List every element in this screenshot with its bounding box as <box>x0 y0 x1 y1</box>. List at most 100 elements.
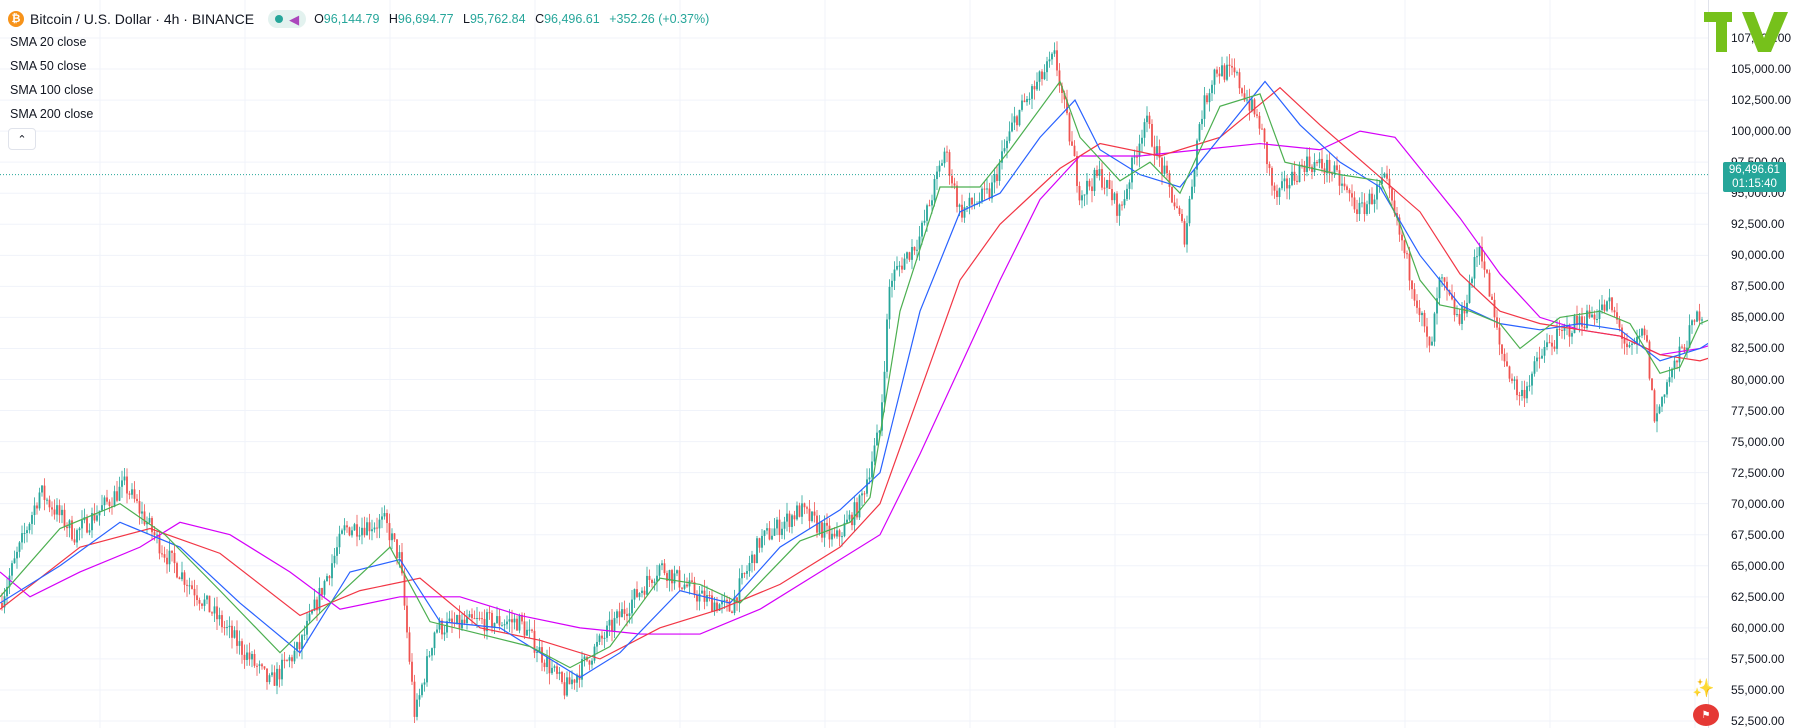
candle-body <box>528 629 531 631</box>
candle-body <box>1236 72 1238 74</box>
indicator-sma100[interactable]: SMA 100 close <box>10 83 93 97</box>
symbol-header[interactable]: ₿ Bitcoin / U.S. Dollar · 4h · BINANCE ◀… <box>8 8 715 30</box>
candle-body <box>336 547 338 556</box>
candle-body <box>478 617 481 619</box>
candle-body <box>801 503 803 517</box>
price-tick-label: 105,000.00 <box>1731 62 1792 77</box>
candle-body <box>1693 320 1696 322</box>
market-status-pill[interactable]: ◀︎ <box>268 10 307 28</box>
candle-body <box>1003 148 1006 152</box>
candle-body <box>248 652 251 660</box>
candle-body <box>1356 209 1358 215</box>
candle-body <box>1266 141 1268 165</box>
candle-body <box>391 533 393 541</box>
candle-body <box>1506 361 1508 367</box>
candle-body <box>251 653 253 660</box>
candle-body <box>113 491 116 507</box>
candle-body <box>1433 313 1436 342</box>
candle-body <box>1313 161 1316 173</box>
candle-body <box>1108 180 1111 189</box>
candle-body <box>1021 100 1023 110</box>
candle-body <box>1223 65 1226 80</box>
candle-body <box>848 514 851 520</box>
candle-body <box>743 573 746 575</box>
candle-body <box>763 530 766 536</box>
candle-body <box>56 505 58 515</box>
candle-body <box>346 525 348 528</box>
candle-body <box>1263 128 1266 142</box>
candle-body <box>1168 173 1171 187</box>
candle-body <box>891 280 893 287</box>
candle-body <box>748 562 751 572</box>
indicator-sma50[interactable]: SMA 50 close <box>10 59 86 73</box>
candle-body <box>746 571 748 574</box>
candle-body <box>571 679 573 685</box>
candle-body <box>308 613 311 621</box>
candle-body <box>1068 113 1071 142</box>
symbol-title[interactable]: Bitcoin / U.S. Dollar · 4h · BINANCE <box>30 11 254 27</box>
candle-body <box>791 515 793 527</box>
news-flag-icon[interactable]: ⚑ <box>1693 704 1719 726</box>
candle-body <box>96 515 98 521</box>
ohlc-readout: O96,144.79 H96,694.77 L95,762.84 C96,496… <box>314 12 715 26</box>
candle-body <box>331 563 333 579</box>
candle-body <box>176 563 178 578</box>
candle-body <box>846 519 848 523</box>
candle-body <box>1283 178 1286 182</box>
candle-body <box>1523 389 1526 399</box>
candle-body <box>1541 355 1543 359</box>
candle-body <box>16 551 18 559</box>
price-axis[interactable] <box>1708 0 1800 728</box>
candle-body <box>1118 204 1121 216</box>
candle-body <box>1031 86 1033 99</box>
ai-sparkle-icon[interactable]: ✨ <box>1692 678 1718 700</box>
candle-body <box>1666 382 1668 395</box>
candle-body <box>511 619 513 623</box>
candle-body <box>933 179 936 201</box>
candle-body <box>48 499 51 508</box>
collapse-indicators-button[interactable]: ⌃ <box>8 128 36 150</box>
indicator-sma200[interactable]: SMA 200 close <box>10 107 93 121</box>
candle-body <box>221 615 223 628</box>
low-value: 95,762.84 <box>469 12 526 26</box>
candle-body <box>1668 377 1671 383</box>
candle-body <box>1653 390 1656 422</box>
candle-body <box>281 659 283 680</box>
candle-body <box>1261 128 1263 130</box>
indicator-sma20[interactable]: SMA 20 close <box>10 35 86 49</box>
candle-body <box>941 163 943 166</box>
candle-body <box>1373 199 1376 205</box>
candle-body <box>256 665 258 667</box>
candle-body <box>1151 123 1153 147</box>
candle-body <box>643 590 646 595</box>
candle-body <box>371 529 373 532</box>
candle-body <box>283 659 286 661</box>
candle-body <box>481 618 483 620</box>
candle-body <box>1478 246 1481 257</box>
candle-body <box>908 252 911 260</box>
candle-body <box>893 269 896 281</box>
low-label: L <box>463 12 470 26</box>
share-icon[interactable]: ◀︎ <box>289 13 299 26</box>
candle-body <box>1351 193 1353 198</box>
candle-body <box>1126 188 1128 200</box>
candle-body <box>228 625 231 628</box>
candle-body <box>1548 342 1551 344</box>
candle-body <box>971 197 973 205</box>
candle-body <box>731 611 733 613</box>
price-chart-canvas[interactable] <box>0 0 1800 728</box>
candle-body <box>616 611 618 619</box>
candle-body <box>1588 310 1591 318</box>
candle-body <box>1198 124 1201 141</box>
candle-body <box>1378 183 1381 185</box>
candle-body <box>218 615 221 620</box>
tradingview-logo[interactable] <box>1702 8 1792 56</box>
candle-body <box>356 524 358 537</box>
candle-body <box>133 489 136 499</box>
candle-body <box>161 553 163 555</box>
candle-body <box>376 527 378 529</box>
candle-body <box>61 509 63 516</box>
candle-body <box>1038 71 1041 82</box>
candle-body <box>1631 343 1633 346</box>
candle-body <box>1681 346 1683 348</box>
